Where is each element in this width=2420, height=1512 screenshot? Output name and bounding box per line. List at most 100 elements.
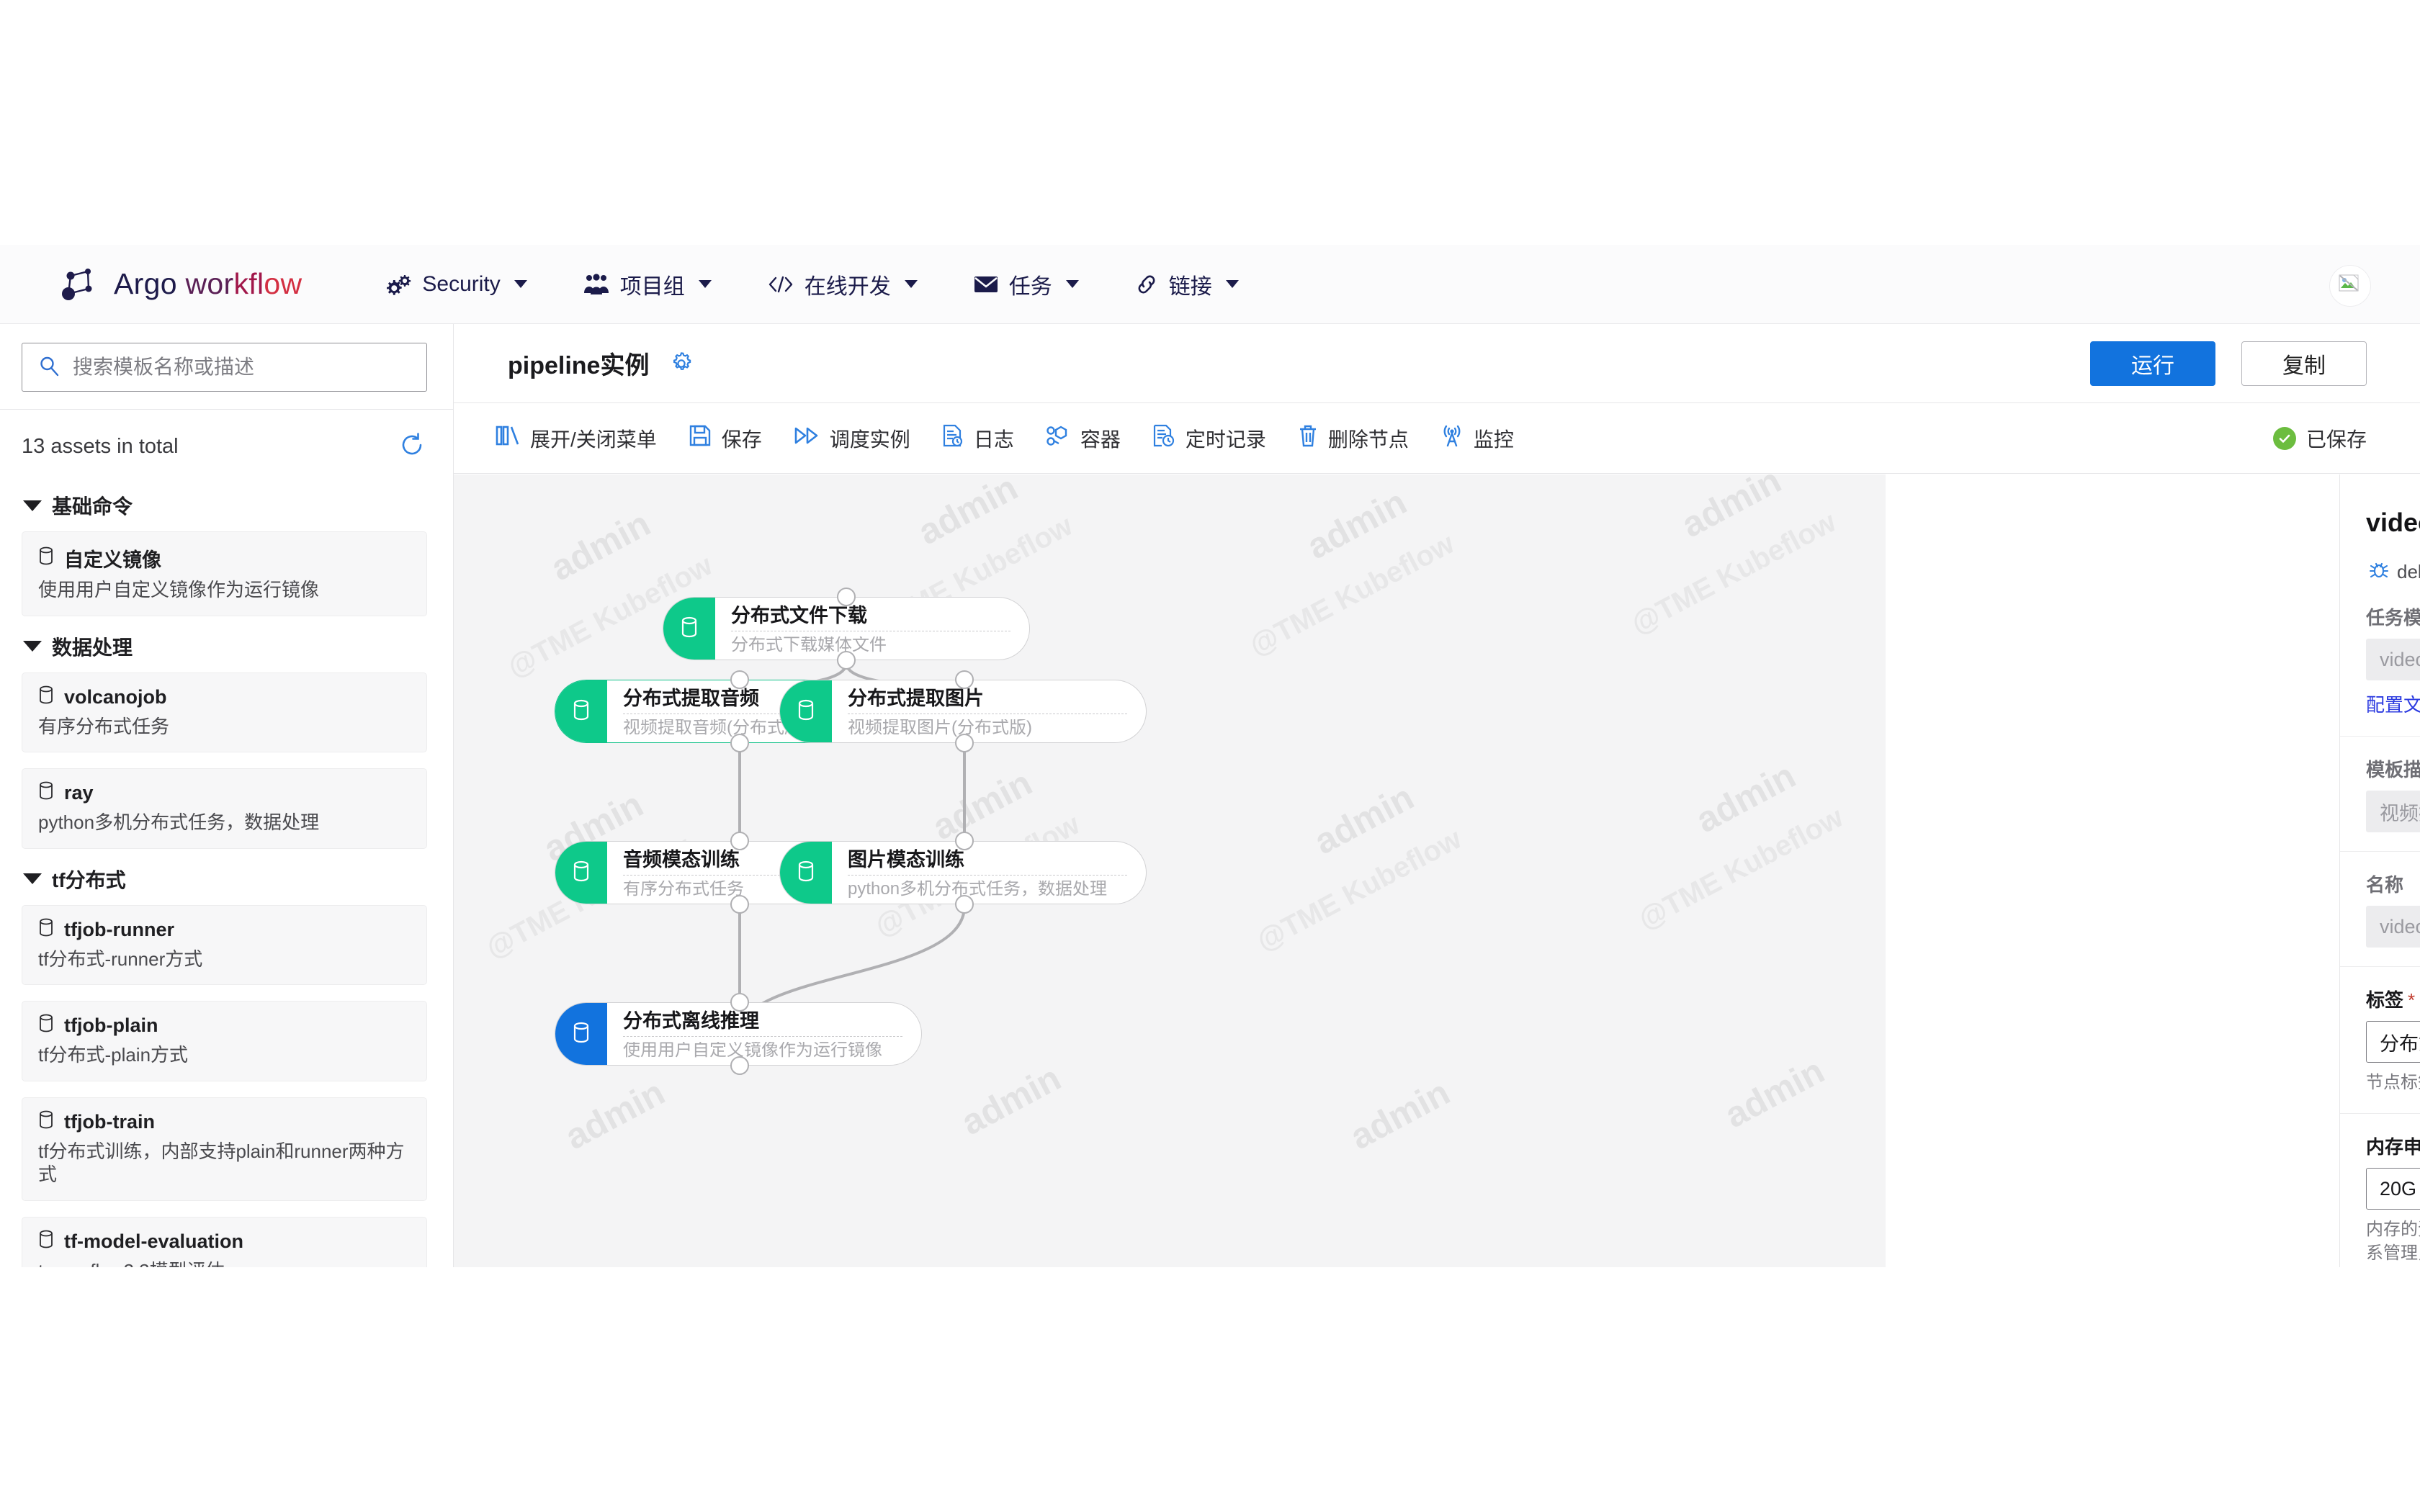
card-desc: tf分布式训练，内部支持plain和runner两种方式 bbox=[38, 1140, 411, 1187]
database-icon bbox=[38, 1014, 54, 1038]
node-port-in[interactable] bbox=[730, 993, 749, 1012]
template-card[interactable]: ray python多机分布式任务，数据处理 bbox=[22, 768, 427, 849]
database-icon bbox=[38, 781, 54, 805]
group-label: tf分布式 bbox=[52, 865, 126, 894]
field-label: 内存申请* bbox=[2366, 1133, 2420, 1159]
fast-forward-icon bbox=[794, 425, 820, 451]
nav-item-online-dev[interactable]: 在线开发 bbox=[768, 269, 918, 300]
sidebar-group-basic[interactable]: 基础命令 bbox=[23, 491, 427, 520]
toolbar-item-delete-node[interactable]: 删除节点 bbox=[1298, 424, 1409, 453]
toolbar-item-label: 展开/关闭菜单 bbox=[530, 424, 657, 453]
card-title-row: 自定义镜像 bbox=[38, 544, 411, 572]
run-button[interactable]: 运行 bbox=[2090, 341, 2215, 386]
template-list: 基础命令 自定义镜像 使用用户自定义镜像作为运行镜像 数据处理 bbox=[0, 491, 453, 1267]
envelope-icon bbox=[974, 275, 998, 294]
card-name: ray bbox=[64, 782, 94, 804]
bug-icon bbox=[2369, 559, 2389, 585]
node-icon-block bbox=[780, 680, 832, 742]
node-desc: 分布式下载媒体文件 bbox=[731, 636, 1029, 654]
database-icon bbox=[570, 698, 592, 726]
node-port-out[interactable] bbox=[730, 734, 749, 752]
gear-icon[interactable] bbox=[668, 350, 695, 377]
card-desc: tensorflow2.3模型评估 bbox=[38, 1259, 411, 1268]
node-port-out[interactable] bbox=[837, 651, 856, 670]
tag-input[interactable]: 分布式提取音频 bbox=[2366, 1021, 2420, 1063]
brand-logo-area[interactable]: Argo workflow bbox=[59, 265, 302, 304]
node-port-out[interactable] bbox=[730, 895, 749, 914]
toolbar-item-label: 定时记录 bbox=[1186, 424, 1266, 453]
toolbar-item-save[interactable]: 保存 bbox=[689, 424, 762, 453]
node-port-in[interactable] bbox=[955, 670, 974, 689]
card-desc: 有序分布式任务 bbox=[38, 715, 411, 739]
database-icon bbox=[570, 1020, 592, 1048]
page-title: pipeline实例 bbox=[508, 346, 649, 381]
group-label: 基础命令 bbox=[52, 491, 133, 520]
toolbar-item-container[interactable]: 容器 bbox=[1046, 424, 1121, 453]
brand-title: Argo workflow bbox=[114, 267, 302, 301]
nav-item-tasks[interactable]: 任务 bbox=[974, 269, 1079, 300]
node-port-out[interactable] bbox=[730, 1056, 749, 1075]
debug-action[interactable]: debug bbox=[2369, 559, 2420, 585]
refresh-icon[interactable] bbox=[398, 431, 426, 462]
panel-divider bbox=[2340, 966, 2420, 967]
search-input[interactable] bbox=[71, 355, 411, 379]
avatar[interactable] bbox=[2329, 265, 2371, 307]
node-separator bbox=[848, 875, 1127, 876]
nav-item-links[interactable]: 链接 bbox=[1135, 269, 1239, 300]
triangle-down-icon bbox=[23, 873, 42, 884]
toolbar-item-toggle-menu[interactable]: 展开/关闭菜单 bbox=[496, 424, 657, 453]
search-box[interactable] bbox=[22, 343, 427, 392]
card-desc: 使用用户自定义镜像作为运行镜像 bbox=[38, 578, 411, 602]
template-card[interactable]: tfjob-train tf分布式训练，内部支持plain和runner两种方式 bbox=[22, 1097, 427, 1201]
toolbar-item-monitor[interactable]: 监控 bbox=[1440, 424, 1514, 453]
node-port-out[interactable] bbox=[955, 895, 974, 914]
node-title: 图片模态训练 bbox=[848, 850, 1146, 870]
template-card[interactable]: tfjob-plain tf分布式-plain方式 bbox=[22, 1001, 427, 1081]
panel-title: video-audio-1652279263038 bbox=[2366, 508, 2420, 538]
asset-summary: 13 assets in total bbox=[0, 410, 453, 478]
node-title: 分布式离线推理 bbox=[623, 1012, 921, 1031]
editor-toolbar: 展开/关闭菜单 保存 调度实例 bbox=[454, 403, 2420, 474]
node-port-in[interactable] bbox=[955, 832, 974, 850]
copy-button[interactable]: 复制 bbox=[2241, 341, 2367, 386]
card-title-row: tfjob-runner bbox=[38, 918, 411, 942]
log-doc-icon bbox=[942, 424, 964, 452]
template-card[interactable]: 自定义镜像 使用用户自定义镜像作为运行镜像 bbox=[22, 531, 427, 616]
node-title: 分布式文件下载 bbox=[731, 606, 1029, 626]
toolbar-item-label: 删除节点 bbox=[1328, 424, 1409, 453]
node-port-out[interactable] bbox=[955, 734, 974, 752]
field-label-text: 内存申请 bbox=[2366, 1136, 2420, 1158]
node-icon-block bbox=[780, 842, 832, 904]
page-header: pipeline实例 运行 复制 bbox=[454, 324, 2420, 403]
card-title-row: volcanojob bbox=[38, 685, 411, 709]
save-status-label: 已保存 bbox=[2306, 424, 2367, 453]
node-desc: 视频提取图片(分布式版) bbox=[848, 719, 1146, 737]
code-icon bbox=[768, 275, 794, 294]
node-body: 分布式提取图片 视频提取图片(分布式版) bbox=[832, 680, 1146, 742]
toolbar-item-schedule-instance[interactable]: 调度实例 bbox=[794, 424, 910, 453]
field-task-template: 任务模板 video-audio 配置文档 bbox=[2340, 603, 2420, 717]
nav-item-security[interactable]: Security bbox=[387, 272, 526, 297]
field-label: 标签* bbox=[2366, 986, 2420, 1012]
template-card[interactable]: tfjob-runner tf分布式-runner方式 bbox=[22, 905, 427, 986]
required-asterisk: * bbox=[2408, 989, 2415, 1011]
node-icon-block bbox=[663, 598, 715, 660]
config-doc-link[interactable]: 配置文档 bbox=[2366, 690, 2420, 717]
toolbar-item-label: 监控 bbox=[1474, 424, 1514, 453]
node-port-in[interactable] bbox=[837, 588, 856, 606]
memory-input[interactable]: 20G bbox=[2366, 1168, 2420, 1210]
template-card[interactable]: tf-model-evaluation tensorflow2.3模型评估 bbox=[22, 1217, 427, 1268]
toolbar-item-label: 容器 bbox=[1080, 424, 1121, 453]
sidebar-group-tf[interactable]: tf分布式 bbox=[23, 865, 427, 894]
toolbar-item-schedule-record[interactable]: 定时记录 bbox=[1152, 424, 1266, 453]
toolbar-item-log[interactable]: 日志 bbox=[942, 424, 1014, 453]
node-port-in[interactable] bbox=[730, 670, 749, 689]
workflow-canvas[interactable]: admin @TME Kubeflow admin @TME Kubeflow … bbox=[454, 474, 1886, 1267]
node-port-in[interactable] bbox=[730, 832, 749, 850]
sidebar-group-data[interactable]: 数据处理 bbox=[23, 632, 427, 661]
template-card[interactable]: volcanojob 有序分布式任务 bbox=[22, 672, 427, 753]
field-label: 任务模板 bbox=[2366, 603, 2420, 630]
nav-item-project-group[interactable]: 项目组 bbox=[583, 269, 712, 300]
asset-count-label: 13 assets in total bbox=[22, 435, 179, 459]
panel-toggle-icon bbox=[496, 424, 520, 452]
